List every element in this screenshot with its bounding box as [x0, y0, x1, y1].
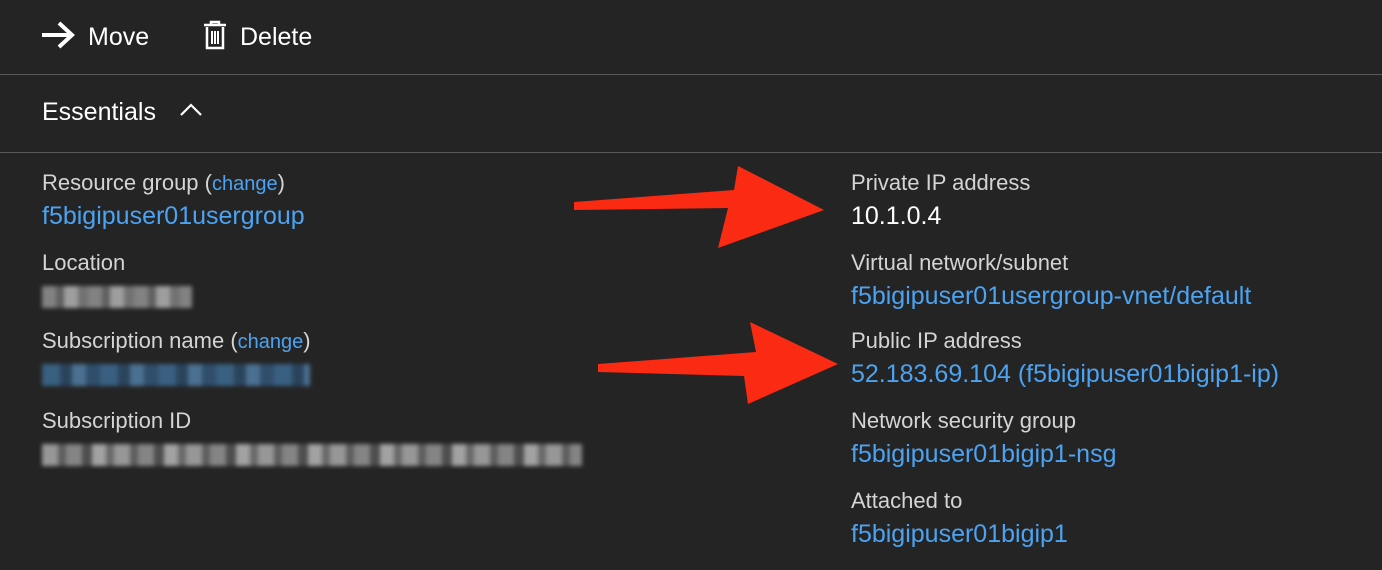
essentials-toggle[interactable]: Essentials — [42, 98, 202, 127]
subscription-name-change-link[interactable]: change — [238, 331, 304, 353]
attached-to-label: Attached to — [851, 488, 963, 513]
private-ip-field: Private IP address 10.1.0.4 — [851, 170, 1030, 231]
delete-label: Delete — [240, 22, 313, 51]
command-toolbar: Move Delete — [0, 0, 1382, 75]
resource-group-field: Resource group (change) f5bigipuser01use… — [42, 170, 305, 231]
subscription-id-redacted — [42, 444, 582, 466]
annotation-arrow-public-ip — [598, 322, 838, 404]
public-ip-field: Public IP address 52.183.69.104 (f5bigip… — [851, 328, 1279, 389]
vnet-link[interactable]: f5bigipuser01usergroup-vnet/default — [851, 282, 1251, 311]
public-ip-label: Public IP address — [851, 328, 1022, 353]
delete-button[interactable]: Delete — [202, 18, 312, 56]
subscription-id-label: Subscription ID — [42, 408, 192, 433]
essentials-header: Essentials — [0, 76, 1382, 153]
resource-group-value[interactable]: f5bigipuser01usergroup — [42, 202, 305, 231]
subscription-name-close-paren: ) — [303, 328, 311, 353]
chevron-up-icon — [156, 103, 202, 122]
nsg-label: Network security group — [851, 408, 1076, 433]
subscription-name-open-paren: ( — [230, 328, 238, 353]
location-field: Location — [42, 250, 192, 308]
trash-icon — [202, 20, 228, 55]
location-redacted — [42, 286, 192, 308]
nsg-field: Network security group f5bigipuser01bigi… — [851, 408, 1116, 469]
nsg-link[interactable]: f5bigipuser01bigip1-nsg — [851, 440, 1116, 469]
subscription-name-label: Subscription name — [42, 328, 225, 353]
vnet-field: Virtual network/subnet f5bigipuser01user… — [851, 250, 1251, 311]
annotation-arrow-private-ip — [574, 166, 824, 248]
attached-to-field: Attached to f5bigipuser01bigip1 — [851, 488, 1068, 549]
subscription-name-field: Subscription name (change) — [42, 328, 311, 386]
private-ip-label: Private IP address — [851, 170, 1031, 195]
subscription-name-label-row: Subscription name (change) — [42, 328, 311, 354]
private-ip-value: 10.1.0.4 — [851, 202, 942, 230]
resource-group-open-paren: ( — [204, 170, 212, 195]
resource-group-label: Resource group — [42, 170, 199, 195]
move-label: Move — [88, 22, 150, 51]
essentials-title: Essentials — [42, 98, 156, 126]
move-button[interactable]: Move — [40, 18, 149, 56]
location-label: Location — [42, 250, 126, 275]
subscription-name-redacted[interactable] — [42, 364, 310, 386]
arrow-right-icon — [40, 20, 76, 55]
vnet-label: Virtual network/subnet — [851, 250, 1069, 275]
resource-group-change-link[interactable]: change — [212, 173, 278, 195]
resource-group-close-paren: ) — [277, 170, 285, 195]
resource-group-label-row: Resource group (change) — [42, 170, 305, 196]
subscription-id-field: Subscription ID — [42, 408, 582, 466]
public-ip-link[interactable]: 52.183.69.104 (f5bigipuser01bigip1-ip) — [851, 360, 1279, 389]
attached-to-link[interactable]: f5bigipuser01bigip1 — [851, 520, 1068, 549]
